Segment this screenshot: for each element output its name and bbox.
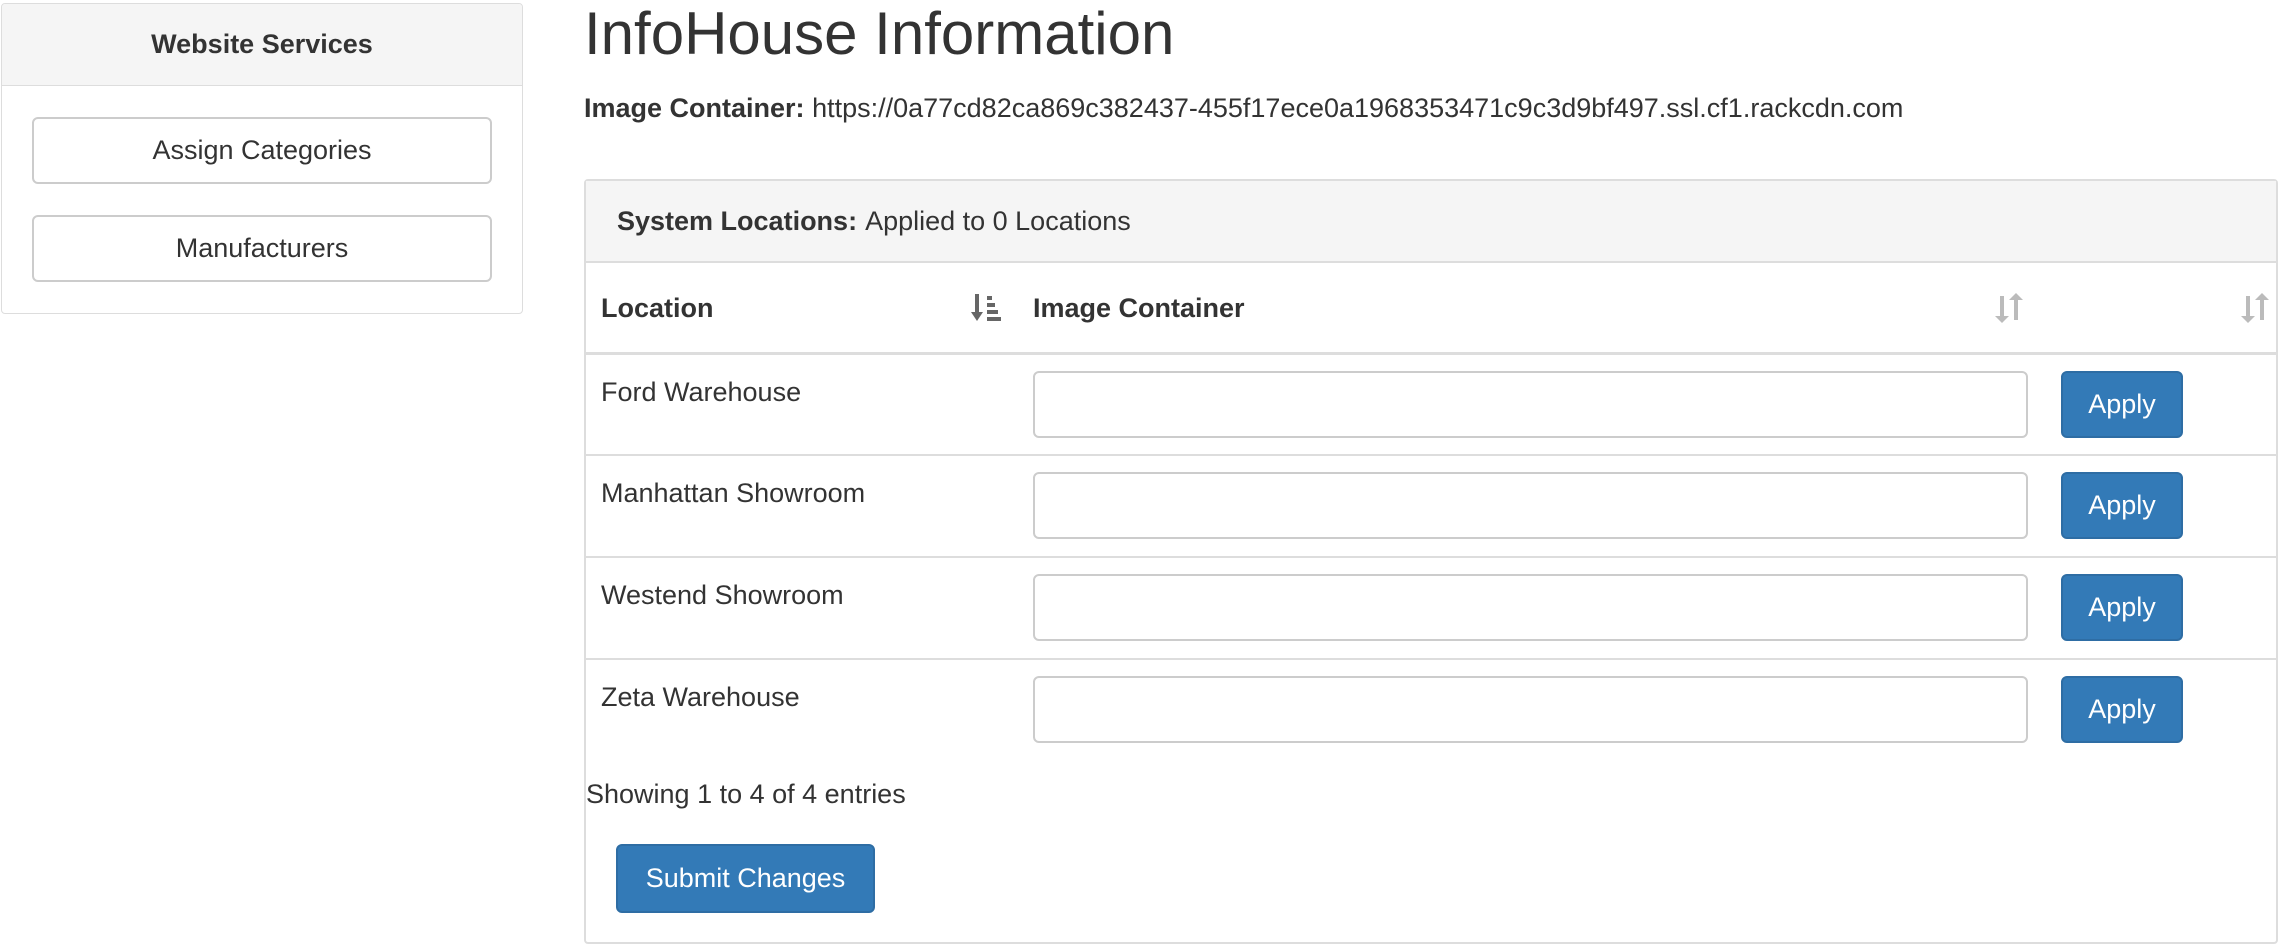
image-container-input[interactable] (1033, 574, 2028, 641)
apply-button[interactable]: Apply (2061, 472, 2183, 539)
system-locations-panel: System Locations: Applied to 0 Locations… (584, 179, 2278, 944)
location-name: Manhattan Showroom (601, 478, 866, 508)
action-cell: Apply (2046, 455, 2276, 558)
submit-changes-button[interactable]: Submit Changes (616, 844, 875, 913)
location-name: Ford Warehouse (601, 376, 802, 407)
apply-button[interactable]: Apply (2061, 370, 2183, 438)
system-locations-heading: System Locations: Applied to 0 Locations (586, 181, 2276, 263)
apply-button[interactable]: Apply (2061, 676, 2183, 743)
image-container-label: Image Container: (584, 93, 805, 123)
locations-table: Location Image Container Ford Warehouse … (586, 265, 2276, 761)
website-services-heading: Website Services (2, 4, 522, 86)
location-name: Westend Showroom (601, 580, 844, 610)
action-cell: Apply (2046, 353, 2276, 456)
image-container-info: Image Container: https://0a77cd82ca869c3… (584, 90, 1903, 126)
table-info-text: Showing 1 to 4 of 4 entries (586, 779, 906, 809)
page-title: InfoHouse Information (584, 0, 1175, 67)
image-container-input[interactable] (1033, 370, 2028, 438)
assign-categories-button[interactable]: Assign Categories (32, 117, 492, 184)
image-container-cell (1018, 353, 2046, 456)
table-row: Westend Showroom Apply (586, 557, 2276, 660)
table-header-row: Location Image Container (586, 265, 2276, 355)
location-name: Zeta Warehouse (601, 682, 800, 712)
system-locations-label: System Locations: (617, 205, 858, 236)
image-container-input[interactable] (1033, 472, 2028, 539)
location-cell: Zeta Warehouse (586, 659, 1018, 761)
column-header-image-container[interactable]: Image Container (1018, 265, 2046, 355)
website-services-panel: Website Services Assign Categories Manuf… (1, 3, 523, 314)
image-container-url: https://0a77cd82ca869c382437-455f17ece0a… (812, 93, 1904, 123)
sort-icon[interactable] (2240, 292, 2270, 324)
location-cell: Ford Warehouse (586, 353, 1018, 456)
table-row: Ford Warehouse Apply (586, 353, 2276, 456)
column-header-action[interactable] (2046, 265, 2276, 355)
table-row: Manhattan Showroom Apply (586, 455, 2276, 558)
column-header-location-label: Location (601, 292, 714, 323)
apply-button[interactable]: Apply (2061, 574, 2183, 641)
system-locations-count: Applied to 0 Locations (865, 205, 1131, 236)
location-cell: Manhattan Showroom (586, 455, 1018, 558)
sort-icon[interactable] (1994, 292, 2024, 324)
action-cell: Apply (2046, 659, 2276, 761)
table-row: Zeta Warehouse Apply (586, 659, 2276, 761)
image-container-cell (1018, 455, 2046, 558)
image-container-cell (1018, 557, 2046, 660)
location-cell: Westend Showroom (586, 557, 1018, 660)
sort-amount-asc-icon[interactable] (970, 292, 1002, 324)
image-container-cell (1018, 659, 2046, 761)
manufacturers-button[interactable]: Manufacturers (32, 215, 492, 282)
image-container-input[interactable] (1033, 676, 2028, 743)
column-header-image-container-label: Image Container (1033, 292, 1245, 323)
column-header-location[interactable]: Location (586, 265, 1018, 355)
action-cell: Apply (2046, 557, 2276, 660)
